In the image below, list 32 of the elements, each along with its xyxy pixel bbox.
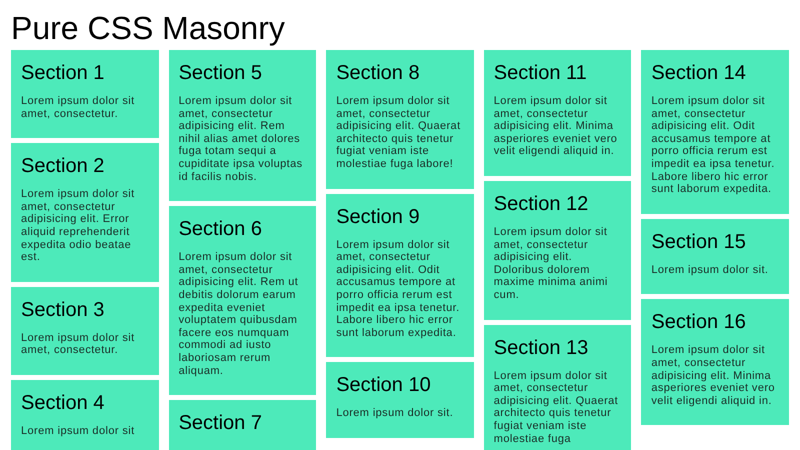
section-title: Section 6 bbox=[178, 217, 262, 242]
section-text: Lorem ipsum dolor sit amet, consectetur. bbox=[21, 332, 136, 357]
section-title: Section 3 bbox=[21, 298, 104, 322]
section-text: Lorem ipsum dolor sit amet, consectetur adipisicing elit. Error aliquid reprehenderit expedita odio beatae est. bbox=[21, 188, 136, 264]
section-title: Section 4 bbox=[21, 390, 104, 415]
section-title: Section 16 bbox=[651, 310, 746, 334]
section-text: Lorem ipsum dolor sit amet, consectetur. bbox=[21, 95, 136, 120]
section-title: Section 8 bbox=[336, 61, 420, 85]
section-title: Section 13 bbox=[494, 336, 588, 360]
page-title: Pure CSS Masonry bbox=[11, 9, 285, 47]
section-text: Lorem ipsum dolor sit. bbox=[336, 407, 454, 420]
section-title: Section 2 bbox=[21, 154, 104, 178]
section-title: Section 1 bbox=[21, 61, 104, 85]
section-text: Lorem ipsum dolor sit amet, consectetur adipisicing elit. Rem nihil alias amet dolores fuga totam sequi a cupiditate ipsa voluptas id facilis nobis. bbox=[178, 95, 304, 184]
section-title: Section 5 bbox=[178, 61, 262, 85]
section-title: Section 7 bbox=[178, 411, 262, 436]
section-title: Section 15 bbox=[651, 230, 746, 254]
section-text: Lorem ipsum dolor sit bbox=[21, 424, 136, 438]
section-title: Section 14 bbox=[651, 61, 746, 85]
section-text: Lorem ipsum dolor sit amet, consectetur adipisicing elit. Doloribus dolorem maxime minima animi cum. bbox=[494, 226, 609, 302]
section-text: Lorem ipsum dolor sit. bbox=[651, 264, 770, 276]
section-text: Lorem ipsum dolor sit amet, consectetur adipisicing elit. Odit accusamus tempore at porro officia rerum est impedit ea ipsa tenetur. Labore libero hic error sunt laborum expedita. bbox=[336, 238, 461, 340]
section-title: Section 12 bbox=[494, 192, 588, 216]
section-text: Lorem ipsum dolor sit amet, consectetur adipisicing elit. Minima asperiores eveniet vero velit eligendi aliquid in. bbox=[494, 95, 618, 158]
section-text: Lorem ipsum dolor sit amet, consectetur adipisicing elit. Rem ut debitis dolorum earum expedita eveniet voluptatem quibusdam facere eos numquam commodi ad iusto laboriosam rerum aliquam. bbox=[178, 251, 300, 378]
section-title: Section 11 bbox=[494, 61, 587, 85]
section-text: Lorem ipsum dolor sit amet, consectetur adipisicing elit. Quaerat architecto quis tenetur fugiat veniam iste molestiae fuga bbox=[494, 370, 620, 446]
section-text: Lorem ipsum dolor sit amet, consectetur adipisicing elit. Odit accusamus tempore at porro officia rerum est impedit ea ipsa tenetur. Labore libero hic error sunt laborum expedita. bbox=[651, 95, 776, 196]
section-title: Section 10 bbox=[336, 373, 431, 398]
section-title: Section 9 bbox=[336, 204, 420, 229]
section-text: Lorem ipsum dolor sit amet, consectetur adipisicing elit. Minima asperiores eveniet vero velit eligendi aliquid in. bbox=[651, 344, 776, 408]
section-text: Lorem ipsum dolor sit amet, consectetur adipisicing elit. Quaerat architecto quis tenetur fugiat veniam iste molestiae fuga labore! bbox=[336, 95, 462, 171]
